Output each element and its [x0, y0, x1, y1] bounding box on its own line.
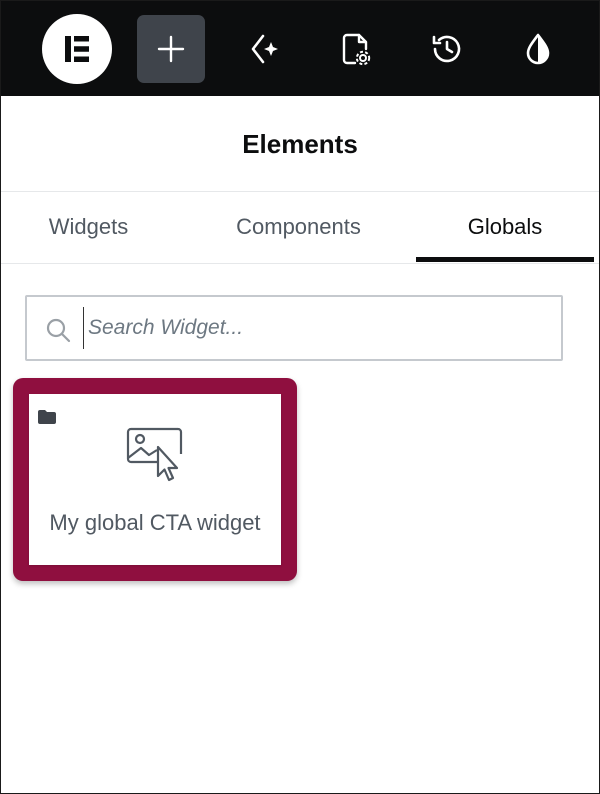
page-settings-button[interactable]: [330, 24, 380, 74]
panel-tabs: Widgets Components Globals: [1, 192, 599, 264]
divider: [1, 263, 599, 264]
history-button[interactable]: [422, 24, 472, 74]
tab-components[interactable]: Components: [191, 192, 406, 262]
tab-globals[interactable]: Globals: [416, 192, 594, 262]
elementor-logo-icon: [65, 36, 89, 62]
plus-icon: [157, 35, 185, 63]
search-icon: [46, 318, 71, 343]
panel-title: Elements: [242, 128, 358, 159]
drop-icon: [526, 33, 550, 65]
ai-sparkle-icon: [251, 34, 278, 64]
widget-label: My global CTA widget: [49, 510, 261, 535]
ai-button[interactable]: [238, 24, 288, 74]
history-icon: [432, 35, 461, 63]
search-input[interactable]: [83, 307, 548, 349]
global-widget-card[interactable]: My global CTA widget: [29, 394, 281, 565]
page-settings-icon: [342, 33, 371, 66]
editor-panel: Elements Widgets Components Globals My g…: [0, 0, 600, 794]
global-widget-icon: [126, 427, 183, 482]
active-tab-indicator: [416, 257, 594, 262]
elementor-logo-button[interactable]: [42, 14, 112, 84]
add-element-button[interactable]: [137, 15, 205, 83]
top-toolbar: [1, 1, 599, 96]
tab-widgets[interactable]: Widgets: [1, 192, 176, 262]
search-box: [25, 295, 563, 361]
theme-style-button[interactable]: [513, 24, 563, 74]
folder-icon: [38, 410, 56, 424]
